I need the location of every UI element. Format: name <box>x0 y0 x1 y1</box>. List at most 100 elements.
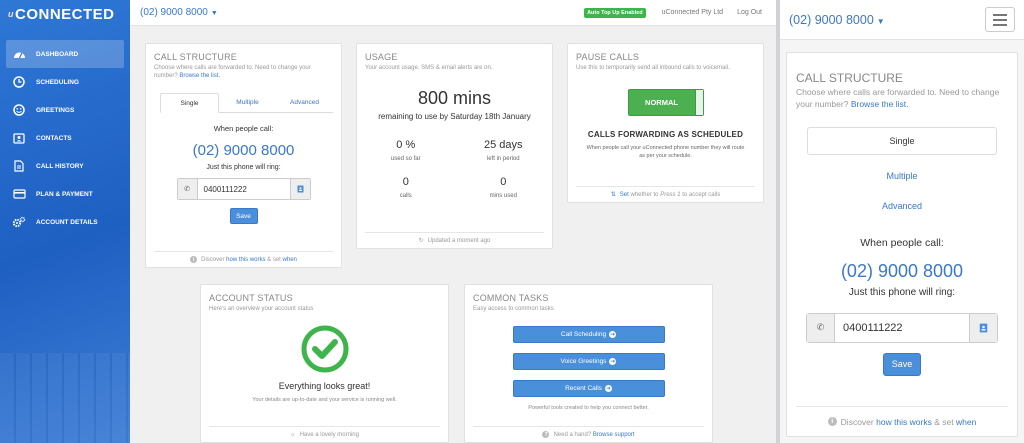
card-title: PAUSE CALLS <box>576 52 640 62</box>
tab-multiple[interactable]: Multiple <box>787 167 1017 185</box>
stat-label: mins used <box>489 193 517 200</box>
question-icon: ? <box>542 431 550 438</box>
sidebar-item-plan-payment[interactable]: PLAN & PAYMENT <box>0 180 130 208</box>
sidebar-item-label: CONTACTS <box>36 134 72 142</box>
caret-down-icon: ▼ <box>210 10 218 17</box>
phone-number-label: (02) 9000 8000 <box>140 7 208 18</box>
mobile-phone-dropdown[interactable]: (02) 9000 8000 ▼ <box>789 13 885 27</box>
contact-book-icon[interactable] <box>289 179 310 200</box>
auto-topup-badge: Auto Top Up Enabled <box>584 7 646 18</box>
card-subtitle: Use this to temporarily send all inbound… <box>576 65 730 71</box>
sidebar-item-greetings[interactable]: GREETINGS <box>0 96 130 124</box>
sidebar-item-scheduling[interactable]: SCHEDULING <box>0 68 130 96</box>
sidebar-item-call-history[interactable]: CALL HISTORY <box>0 152 130 180</box>
document-icon <box>12 159 26 173</box>
button-label: Voice Greetings <box>560 358 607 366</box>
tab-advanced[interactable]: Advanced <box>276 93 333 112</box>
when-link[interactable]: when <box>283 257 297 263</box>
browse-list-link[interactable]: Browse the list. <box>179 73 220 79</box>
arrow-right-icon: ➜ <box>609 331 617 339</box>
sidebar-item-label: CALL HISTORY <box>36 162 84 170</box>
mobile-top-bar: (02) 9000 8000 ▼ <box>780 0 1024 40</box>
tasks-description: Powerful tools created to help you conne… <box>528 405 649 412</box>
forward-phone-input[interactable]: 0400111222 <box>835 314 969 342</box>
browse-support-link[interactable]: Browse support <box>593 432 635 438</box>
when-people-call-label: When people call: <box>213 124 274 134</box>
card-title: USAGE <box>365 52 398 62</box>
call-structure-card: CALL STRUCTURE Choose where calls are fo… <box>145 43 342 268</box>
business-number: (02) 9000 8000 <box>192 142 295 160</box>
forward-phone-input[interactable]: 0400111222 <box>198 179 290 199</box>
forwarding-description: When people call your uConnected phone n… <box>586 145 745 159</box>
refresh-icon: ↻ <box>418 238 424 244</box>
sliders-icon: ⇅ <box>610 192 616 198</box>
footer-text: Updated a moment ago <box>427 237 491 244</box>
company-name[interactable]: uConnected Pty Ltd <box>662 9 724 16</box>
footer-text: Have a lovely morning <box>299 431 359 438</box>
save-button[interactable]: Save <box>229 208 258 225</box>
sidebar-item-label: SCHEDULING <box>36 78 79 86</box>
card-footer: i Discover how this works & set when <box>154 251 333 267</box>
tab-advanced[interactable]: Advanced <box>787 197 1017 215</box>
arrow-right-icon: ➜ <box>604 385 612 393</box>
card-subtitle: Here's an overview your account status <box>209 306 314 312</box>
footer-text: Discover <box>840 416 874 427</box>
set-press-one-link[interactable]: Set <box>620 192 629 198</box>
call-scheduling-button[interactable]: Call Scheduling ➜ <box>512 326 665 344</box>
stat-label: calls <box>399 193 412 200</box>
sidebar-item-dashboard[interactable]: DASHBOARD <box>6 40 124 68</box>
footer-text: to accept calls <box>682 191 721 198</box>
stat-used: 0 % used so far <box>357 139 455 162</box>
ring-label: Just this phone will ring: <box>848 286 956 298</box>
stat-label: used so far <box>390 156 421 163</box>
info-icon: i <box>827 417 837 426</box>
stat-value: 0 % <box>396 139 416 152</box>
caret-down-icon: ▼ <box>876 16 885 26</box>
brand-logo[interactable]: u CONNECTED <box>0 0 130 28</box>
recent-calls-button[interactable]: Recent Calls ➜ <box>512 380 665 398</box>
card-subtitle: Your account usage. SMS & email alerts a… <box>365 65 493 71</box>
usage-stats: 0 % used so far 25 days left in period 0 ca… <box>357 139 552 199</box>
stat-days-left: 25 days left in period <box>455 139 553 162</box>
keyboard-background <box>0 353 130 443</box>
sidebar-item-contacts[interactable]: CONTACTS <box>0 124 130 152</box>
tab-single[interactable]: Single <box>160 93 219 114</box>
tab-single[interactable]: Single <box>807 126 997 155</box>
how-this-works-link[interactable]: how this works <box>876 417 932 427</box>
save-button[interactable]: Save <box>883 352 921 376</box>
contact-book-icon[interactable] <box>969 313 997 342</box>
credit-card-icon <box>12 187 26 201</box>
sidebar-item-label: ACCOUNT DETAILS <box>36 218 98 226</box>
sidebar-item-label: PLAN & PAYMENT <box>36 190 93 198</box>
logo-text: CONNECTED <box>15 5 115 23</box>
footer-text: Discover <box>201 256 225 263</box>
arrow-right-icon: ➜ <box>609 358 617 366</box>
button-label: Recent Calls <box>565 385 602 393</box>
stat-calls: 0 calls <box>357 176 455 199</box>
clock-icon <box>12 75 26 89</box>
stat-value: 0 <box>402 176 409 189</box>
structure-tabs: Single Multiple Advanced <box>160 93 333 114</box>
mobile-window: (02) 9000 8000 ▼ CALL STRUCTURE Choose wh… <box>780 0 1024 443</box>
ring-label: Just this phone will ring: <box>206 164 281 172</box>
check-circle-icon <box>201 325 448 373</box>
voice-greetings-button[interactable]: Voice Greetings ➜ <box>512 353 665 371</box>
tab-multiple[interactable]: Multiple <box>219 93 276 112</box>
how-this-works-link[interactable]: how this works <box>226 257 265 263</box>
stat-mins-used: 0 mins used <box>455 176 553 199</box>
sun-icon: ☼ <box>290 431 296 438</box>
logout-link[interactable]: Log Out <box>737 9 762 16</box>
when-link[interactable]: when <box>956 417 976 427</box>
stat-value: 25 days <box>483 139 523 152</box>
sidebar: u CONNECTED DASHBOARD SCHEDULING GREETING… <box>0 0 130 443</box>
sidebar-item-account-details[interactable]: ACCOUNT DETAILS <box>0 208 130 236</box>
phone-number-dropdown[interactable]: (02) 9000 8000 ▼ <box>140 7 218 18</box>
pause-toggle[interactable]: NORMAL <box>627 89 704 117</box>
card-subtitle: Easy access to common tasks <box>473 306 554 312</box>
card-footer: ☼ Have a lovely morning <box>209 426 440 442</box>
browse-list-link[interactable]: Browse the list. <box>851 99 909 109</box>
card-footer: ⇅ Set whether to Press 1 to accept calls <box>576 186 755 202</box>
hamburger-menu-icon[interactable] <box>985 7 1015 32</box>
stat-label: left in period <box>486 156 520 163</box>
usage-card: USAGE Your account usage. SMS & email al… <box>356 43 553 249</box>
